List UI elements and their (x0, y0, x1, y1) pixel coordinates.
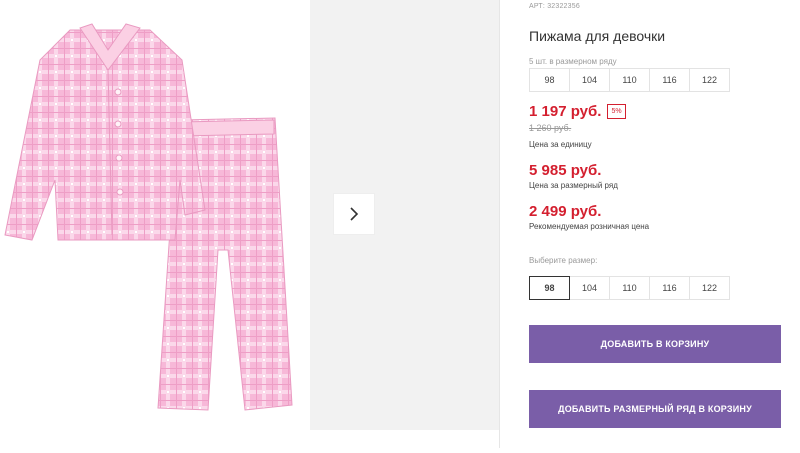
add-pack-to-cart-button[interactable]: ДОБАВИТЬ РАЗМЕРНЫЙ РЯД В КОРЗИНУ (529, 390, 781, 428)
pack-sizes-label: 5 шт. в размерном ряду (529, 57, 617, 66)
next-image-button[interactable] (334, 194, 374, 234)
rrp-price: 2 499 руб. (529, 203, 602, 220)
pack-price: 5 985 руб. (529, 162, 602, 179)
size-option-122[interactable]: 122 (689, 276, 730, 300)
discount-badge: 5% (607, 104, 626, 119)
pack-size-cell: 98 (529, 68, 570, 92)
unit-price-note: Цена за единицу (529, 140, 592, 149)
unit-price: 1 197 руб. (529, 103, 602, 120)
pack-sizes-row: 98 104 110 116 122 (529, 68, 730, 92)
size-option-110[interactable]: 110 (609, 276, 650, 300)
pack-size-cell: 122 (689, 68, 730, 92)
choose-size-label: Выберите размер: (529, 256, 598, 265)
pack-size-cell: 110 (609, 68, 650, 92)
product-gallery (0, 0, 500, 448)
add-to-cart-button[interactable]: ДОБАВИТЬ В КОРЗИНУ (529, 325, 781, 363)
size-option-116[interactable]: 116 (649, 276, 690, 300)
old-price: 1 260 руб. (529, 123, 572, 133)
divider (499, 0, 500, 448)
product-title: Пижама для девочки (529, 28, 666, 44)
pack-price-note: Цена за размерный ряд (529, 181, 618, 190)
chevron-right-icon (350, 207, 359, 221)
product-sku: АРТ: 32322356 (529, 3, 580, 10)
size-selector: 98 104 110 116 122 (529, 276, 730, 300)
size-option-104[interactable]: 104 (569, 276, 610, 300)
pack-size-cell: 104 (569, 68, 610, 92)
rrp-note: Рекомендуемая розничная цена (529, 222, 650, 231)
pajama-illustration (4, 23, 293, 411)
pack-size-cell: 116 (649, 68, 690, 92)
unit-price-block: 1 197 руб. 5% (529, 103, 626, 120)
size-option-98[interactable]: 98 (529, 276, 570, 300)
product-photo[interactable] (0, 0, 310, 448)
